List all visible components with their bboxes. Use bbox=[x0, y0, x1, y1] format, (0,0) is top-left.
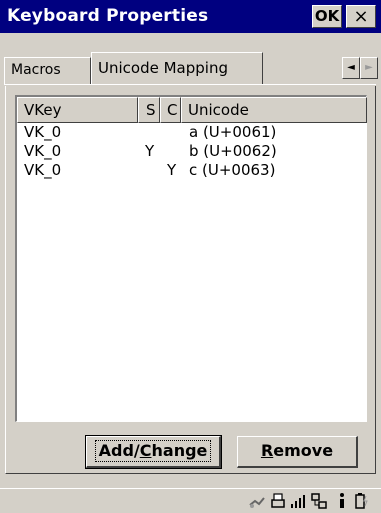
add-change-button[interactable]: Add/Change bbox=[85, 435, 222, 469]
table-row[interactable]: VK_0 Y b (U+0062) bbox=[17, 142, 365, 161]
remove-mnemonic: R bbox=[260, 441, 274, 460]
cell-unicode: b (U+0062) bbox=[189, 142, 277, 160]
add-change-mnemonic: C bbox=[139, 441, 152, 460]
table-row[interactable]: VK_0 Y c (U+0063) bbox=[17, 161, 365, 180]
connection-icon[interactable] bbox=[310, 492, 328, 510]
battery-icon[interactable] bbox=[352, 492, 370, 510]
remove-button-label: Remove bbox=[261, 441, 333, 460]
remove-post: emove bbox=[273, 441, 334, 460]
tab-scroll-right-icon[interactable]: ► bbox=[360, 57, 378, 79]
add-change-pre: Add/ bbox=[98, 441, 140, 460]
add-change-post: hange bbox=[151, 441, 208, 460]
info-icon[interactable] bbox=[333, 492, 351, 510]
tab-unicode-mapping[interactable]: Unicode Mapping bbox=[91, 52, 263, 85]
window-title: Keyboard Properties bbox=[7, 6, 209, 26]
mapping-list[interactable]: VKey S C Unicode VK_0 a (U+0061) VK_0 Y … bbox=[15, 95, 367, 422]
printer-icon[interactable] bbox=[269, 492, 287, 510]
title-bar: Keyboard Properties OK × bbox=[0, 0, 381, 33]
cell-ctrl: Y bbox=[167, 161, 177, 179]
remove-button[interactable]: Remove bbox=[237, 436, 358, 468]
cell-vkey: VK_0 bbox=[24, 161, 62, 179]
network-icon[interactable] bbox=[248, 492, 266, 510]
signal-icon[interactable] bbox=[289, 492, 307, 510]
cell-vkey: VK_0 bbox=[24, 123, 62, 141]
ok-button[interactable]: OK bbox=[312, 5, 342, 28]
tab-macros[interactable]: Macros bbox=[4, 57, 91, 84]
column-header-vkey[interactable]: VKey bbox=[17, 97, 138, 123]
cell-unicode: c (U+0063) bbox=[189, 161, 276, 179]
tab-scroll-left-icon[interactable]: ◄ bbox=[342, 57, 360, 79]
column-header-unicode[interactable]: Unicode bbox=[181, 97, 367, 123]
close-button[interactable]: × bbox=[346, 5, 376, 28]
cell-shift: Y bbox=[145, 142, 155, 160]
tab-divider bbox=[4, 84, 376, 85]
tab-scroll-arrows: ◄ ► bbox=[342, 57, 378, 79]
cell-vkey: VK_0 bbox=[24, 142, 62, 160]
add-change-button-label: Add/Change bbox=[94, 440, 212, 462]
column-header-s[interactable]: S bbox=[138, 97, 160, 123]
tab-macros-label: Macros bbox=[11, 62, 61, 78]
cell-unicode: a (U+0061) bbox=[189, 123, 277, 141]
column-header-c[interactable]: C bbox=[160, 97, 181, 123]
taskbar bbox=[0, 488, 381, 513]
tab-unicode-mapping-label: Unicode Mapping bbox=[98, 59, 228, 77]
table-row[interactable]: VK_0 a (U+0061) bbox=[17, 123, 365, 142]
